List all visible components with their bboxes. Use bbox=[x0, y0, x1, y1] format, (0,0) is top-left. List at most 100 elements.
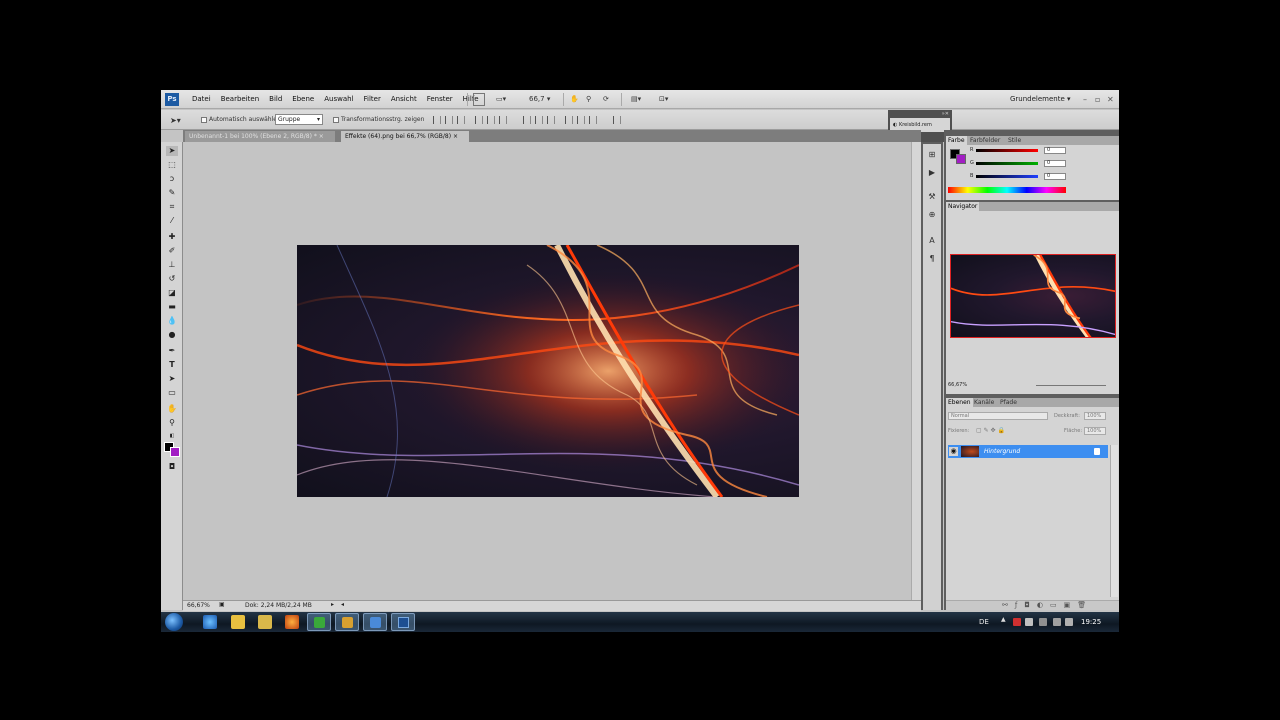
brush-tool-icon[interactable]: ✐ bbox=[166, 246, 178, 256]
tab-farbe[interactable]: Farbe bbox=[946, 136, 967, 145]
type-tool-icon[interactable]: T bbox=[166, 360, 178, 370]
paragraph-panel-icon[interactable]: ¶ bbox=[927, 254, 937, 264]
navigator-thumbnail[interactable] bbox=[950, 254, 1116, 338]
move-tool-icon[interactable]: ➤ bbox=[166, 146, 178, 156]
menu-bearbeiten[interactable]: Bearbeiten bbox=[216, 90, 264, 109]
taskbar-app-3[interactable] bbox=[363, 613, 387, 631]
actions-panel-icon[interactable]: ▶ bbox=[927, 168, 937, 178]
align-vcenter-icon[interactable] bbox=[445, 116, 453, 124]
color-background-swatch[interactable] bbox=[956, 154, 966, 164]
language-indicator[interactable]: DE bbox=[979, 612, 989, 632]
screen-mode-icon[interactable]: ⊡▾ bbox=[658, 93, 676, 106]
taskbar-photoshop[interactable] bbox=[391, 613, 415, 631]
menu-ebene[interactable]: Ebene bbox=[287, 90, 319, 109]
quick-mask-icon[interactable]: ◘ bbox=[166, 462, 178, 472]
3d-rotate-tool-icon[interactable]: ✋ bbox=[166, 404, 178, 414]
distribute-right-icon[interactable] bbox=[589, 116, 597, 124]
eraser-tool-icon[interactable]: ◪ bbox=[166, 288, 178, 298]
tab-navigator[interactable]: Navigator bbox=[946, 202, 980, 211]
crop-tool-icon[interactable]: ⌗ bbox=[166, 202, 178, 212]
status-menu-arrow-icon[interactable]: ▸ bbox=[331, 601, 334, 608]
pen-tool-icon[interactable]: ✒ bbox=[166, 346, 178, 356]
distribute-top-icon[interactable] bbox=[523, 116, 531, 124]
bridge-icon[interactable] bbox=[473, 93, 485, 106]
gradient-tool-icon[interactable]: ▬ bbox=[166, 302, 178, 312]
status-info-icon[interactable]: ▣ bbox=[219, 601, 225, 608]
tray-app-icon-2[interactable] bbox=[1025, 618, 1033, 626]
workspace-switcher[interactable]: Grundelemente ▾ bbox=[1010, 90, 1071, 109]
view-extras-icon[interactable]: ▭▾ bbox=[495, 93, 513, 106]
layer-action-icons[interactable]: ⚯ƒ◘◐▭▣🗑 bbox=[1002, 601, 1093, 609]
tab-document-2[interactable]: Effekte (64).png bei 66,7% (RGB/8) × bbox=[341, 131, 469, 142]
close-icon[interactable]: × bbox=[453, 133, 458, 140]
taskbar-app-1[interactable] bbox=[307, 613, 331, 631]
internet-explorer-icon[interactable] bbox=[203, 615, 217, 629]
channel-b-slider[interactable] bbox=[976, 175, 1038, 178]
align-hcenter-icon[interactable] bbox=[487, 116, 495, 124]
background-color-swatch[interactable] bbox=[170, 447, 180, 457]
dodge-tool-icon[interactable]: ● bbox=[166, 330, 178, 340]
clone-stamp-tool-icon[interactable]: ⊥ bbox=[166, 260, 178, 270]
rotate-view-icon[interactable]: ⟳ bbox=[602, 93, 612, 106]
tray-app-icon[interactable] bbox=[1013, 618, 1021, 626]
panel-menu-icon[interactable]: »✕ bbox=[942, 111, 949, 117]
menu-fenster[interactable]: Fenster bbox=[422, 90, 458, 109]
blend-mode-select[interactable]: Normal bbox=[948, 412, 1048, 420]
align-top-icon[interactable] bbox=[433, 116, 441, 124]
scroll-left-icon[interactable]: ◂ bbox=[341, 601, 344, 608]
volume-icon[interactable] bbox=[1065, 618, 1073, 626]
auto-select-checkbox[interactable] bbox=[201, 117, 207, 123]
default-colors-icon[interactable]: ◧ bbox=[166, 431, 178, 441]
eye-icon[interactable]: ◉ bbox=[949, 447, 958, 456]
minimize-icon[interactable]: – bbox=[1083, 90, 1087, 109]
navigator-zoom-slider[interactable] bbox=[1036, 385, 1106, 386]
clone-source-icon[interactable]: ⊕ bbox=[927, 210, 937, 220]
align-left-icon[interactable] bbox=[475, 116, 483, 124]
distribute-bottom-icon[interactable] bbox=[547, 116, 555, 124]
taskbar-clock[interactable]: 19:25 bbox=[1081, 612, 1101, 632]
distribute-vcenter-icon[interactable] bbox=[535, 116, 543, 124]
fractal-flame-artwork[interactable] bbox=[297, 245, 799, 497]
align-bottom-icon[interactable] bbox=[457, 116, 465, 124]
zoom-tool-icon[interactable]: ⚲ bbox=[166, 418, 178, 428]
zoom-tool-icon[interactable]: ⚲ bbox=[585, 93, 595, 106]
hand-tool-icon[interactable]: ✋ bbox=[569, 93, 579, 106]
layer-row[interactable]: ◉ Hintergrund bbox=[948, 445, 1108, 458]
tab-kanaele[interactable]: Kanäle bbox=[972, 398, 996, 407]
distribute-left-icon[interactable] bbox=[565, 116, 573, 124]
channel-b-value[interactable]: 0 bbox=[1044, 173, 1066, 180]
quick-select-tool-icon[interactable]: ✎ bbox=[166, 188, 178, 198]
align-right-icon[interactable] bbox=[499, 116, 507, 124]
healing-brush-tool-icon[interactable]: ✚ bbox=[166, 232, 178, 242]
tool-presets-icon[interactable]: ⚒ bbox=[927, 192, 937, 202]
lock-icons[interactable]: ▢ ✎ ✥ 🔒 bbox=[976, 427, 1005, 434]
channel-r-slider[interactable] bbox=[976, 149, 1038, 152]
shape-tool-icon[interactable]: ▭ bbox=[166, 388, 178, 398]
zoom-level-dropdown[interactable]: 66,7 ▾ bbox=[528, 93, 556, 106]
tab-stile[interactable]: Stile bbox=[1006, 136, 1023, 145]
history-brush-tool-icon[interactable]: ↺ bbox=[166, 274, 178, 284]
auto-select-dropdown[interactable]: Gruppe ▾ bbox=[275, 114, 323, 125]
menu-filter[interactable]: Filter bbox=[359, 90, 386, 109]
canvas-scrollbar[interactable] bbox=[911, 142, 921, 600]
color-spectrum-ramp[interactable] bbox=[948, 187, 1066, 193]
path-select-tool-icon[interactable]: ➤ bbox=[166, 374, 178, 384]
menu-bild[interactable]: Bild bbox=[264, 90, 287, 109]
move-tool-preset-icon[interactable]: ➤▾ bbox=[169, 114, 187, 127]
media-icon[interactable] bbox=[231, 615, 245, 629]
tab-farbfelder[interactable]: Farbfelder bbox=[968, 136, 1002, 145]
arrange-documents-icon[interactable]: ▤▾ bbox=[630, 93, 648, 106]
opacity-field[interactable]: 100% bbox=[1084, 412, 1106, 420]
start-button[interactable] bbox=[165, 613, 183, 631]
eyedropper-tool-icon[interactable]: ⁄ bbox=[166, 216, 178, 226]
blur-tool-icon[interactable]: 💧 bbox=[166, 316, 178, 326]
close-icon[interactable]: ✕ bbox=[1107, 90, 1114, 109]
maximize-icon[interactable]: ▫ bbox=[1095, 90, 1100, 109]
channel-g-value[interactable]: 0 bbox=[1044, 160, 1066, 167]
character-panel-icon[interactable]: A bbox=[927, 236, 937, 246]
auto-align-icon[interactable] bbox=[613, 116, 621, 124]
distribute-hcenter-icon[interactable] bbox=[577, 116, 585, 124]
taskbar-app-2[interactable] bbox=[335, 613, 359, 631]
menu-auswahl[interactable]: Auswahl bbox=[319, 90, 358, 109]
tray-expand-icon[interactable]: ▲ bbox=[1001, 616, 1009, 624]
